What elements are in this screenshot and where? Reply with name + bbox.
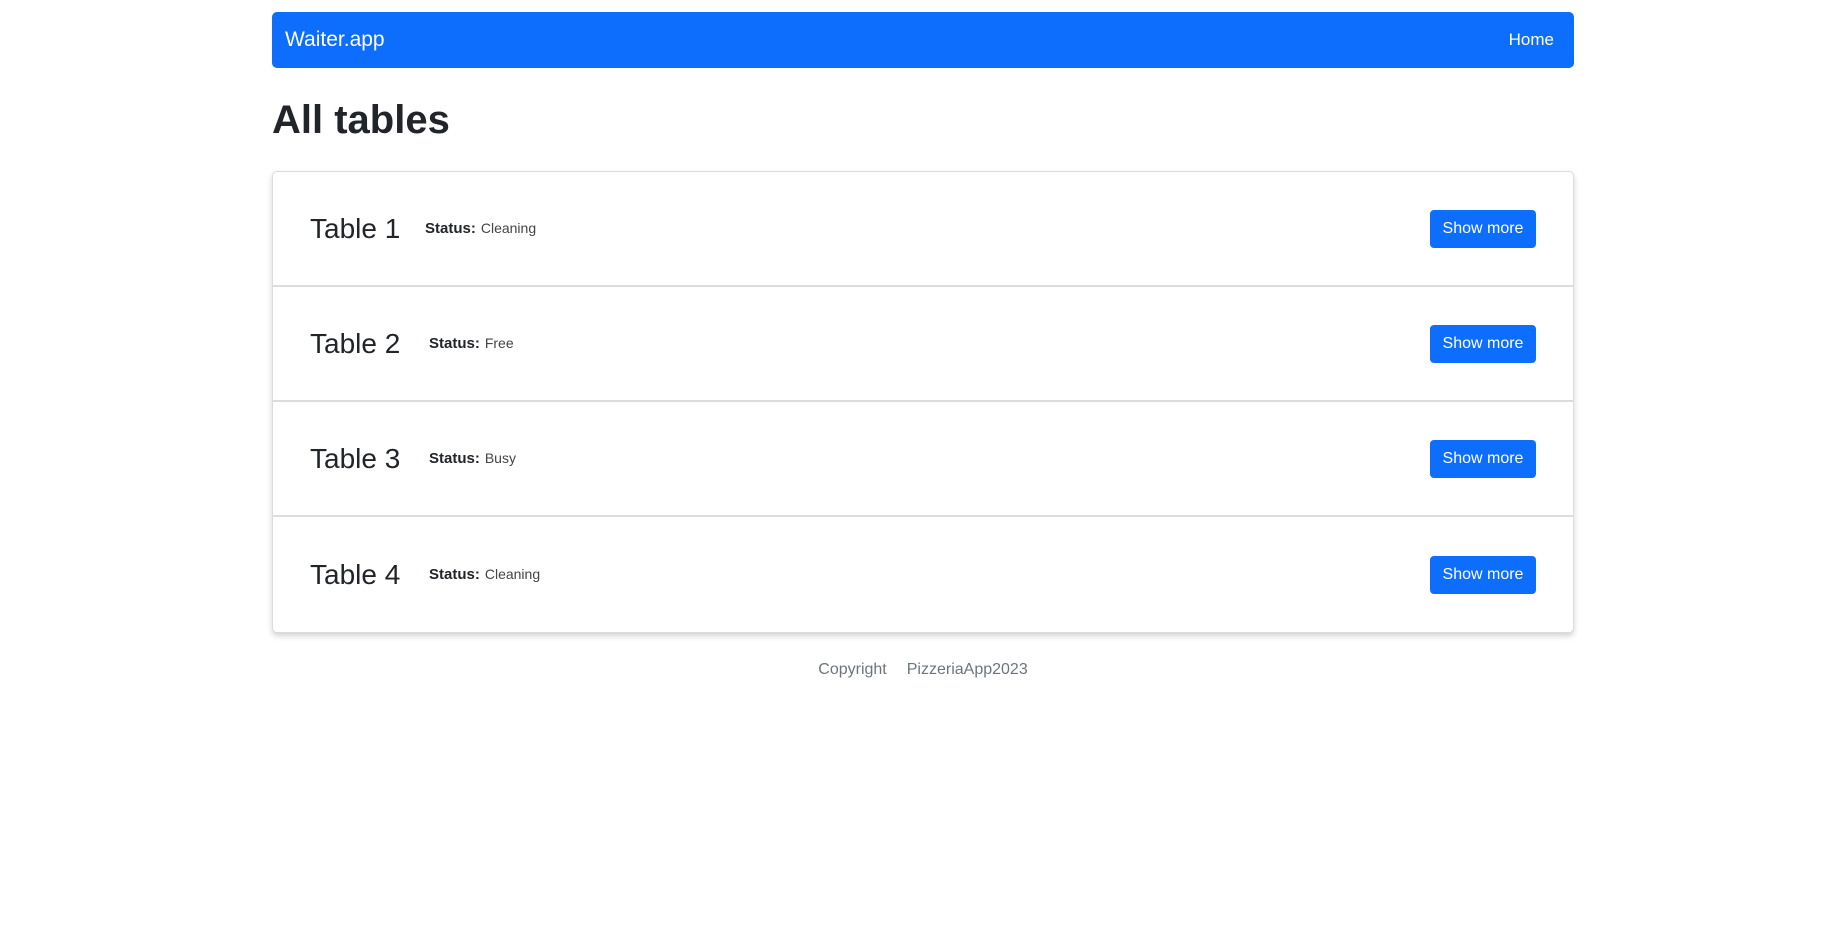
page-container: Waiter.app Home All tables Table 1 Statu… <box>272 12 1574 679</box>
footer-owner: PizzeriaApp2023 <box>906 661 1028 678</box>
show-more-button[interactable]: Show more <box>1430 324 1536 363</box>
table-status: Status: Cleaning <box>429 566 540 583</box>
status-value: Cleaning <box>484 566 541 582</box>
show-more-button[interactable]: Show more <box>1430 209 1536 248</box>
table-row: Table 1 Status: Cleaning Show more <box>273 172 1573 287</box>
brand-link[interactable]: Waiter.app <box>285 28 385 52</box>
table-row: Table 3 Status: Busy Show more <box>273 402 1573 517</box>
navbar: Waiter.app Home <box>272 12 1574 68</box>
status-label: Status: <box>429 566 480 583</box>
status-value: Busy <box>484 450 516 466</box>
status-value: Free <box>484 335 514 351</box>
table-name: Table 2 <box>310 327 401 359</box>
table-name: Table 4 <box>310 558 401 590</box>
status-value: Cleaning <box>480 220 537 236</box>
page-title: All tables <box>272 98 450 142</box>
nav-link-home[interactable]: Home <box>1509 30 1554 50</box>
show-more-button[interactable]: Show more <box>1430 439 1536 478</box>
status-label: Status: <box>429 335 480 352</box>
table-row: Table 4 Status: Cleaning Show more <box>273 517 1573 632</box>
table-row: Table 2 Status: Free Show more <box>273 287 1573 402</box>
status-label: Status: <box>425 220 476 237</box>
table-status: Status: Busy <box>429 450 516 467</box>
footer-copyright: Copyright <box>818 661 887 678</box>
table-status: Status: Cleaning <box>425 220 536 237</box>
table-name: Table 1 <box>310 212 401 244</box>
tables-list: Table 1 Status: Cleaning Show more Table… <box>272 171 1574 633</box>
status-label: Status: <box>429 450 480 467</box>
table-name: Table 3 <box>310 442 401 474</box>
show-more-button[interactable]: Show more <box>1430 555 1536 594</box>
footer: Copyright PizzeriaApp2023 <box>272 661 1574 679</box>
table-status: Status: Free <box>429 335 514 352</box>
